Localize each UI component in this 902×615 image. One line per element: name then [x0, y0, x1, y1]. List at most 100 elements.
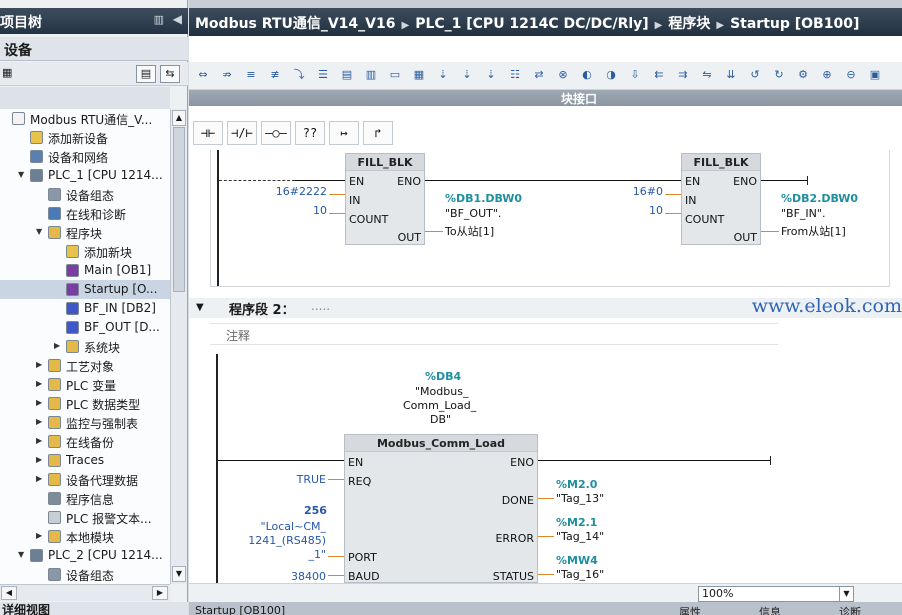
watch-icon[interactable]: ↺	[747, 67, 763, 83]
scroll-thumb[interactable]	[173, 127, 185, 292]
breadcrumb-plc[interactable]: PLC_1 [CPU 1214C DC/DC/Rly]	[415, 16, 648, 32]
go-offline-icon[interactable]: ⊗	[555, 67, 571, 83]
tree-item[interactable]: Startup [O...	[0, 280, 170, 299]
display-icon[interactable]: ⇣	[459, 67, 475, 83]
status-symbol[interactable]: "Tag_16"	[556, 568, 604, 581]
count-value-1[interactable]: 10	[281, 204, 327, 217]
no-contact-button[interactable]: ⊣⊢	[193, 121, 223, 145]
tree-item[interactable]: BF_IN [DB2]	[0, 299, 170, 318]
assignment-icon[interactable]: ⇊	[723, 67, 739, 83]
tree-item[interactable]: ▼ PLC_2 [CPU 1214...	[0, 546, 170, 565]
insert-network-icon[interactable]: ⇔	[195, 67, 211, 83]
tree-item[interactable]: 添加新块	[0, 242, 170, 261]
expand-closed-icon[interactable]: ▶	[36, 360, 44, 370]
tree-item[interactable]: ▶ PLC 数据类型	[0, 394, 170, 413]
network-2-title-placeholder[interactable]: .....	[311, 299, 330, 313]
breadcrumb-block[interactable]: Startup [OB100]	[730, 16, 859, 32]
tab-properties[interactable]: 属性	[679, 604, 701, 615]
out-symbol-2a[interactable]: "BF_IN".	[781, 207, 825, 220]
out-symbol-2b[interactable]: From从站[1]	[781, 223, 846, 239]
in-value-1[interactable]: 16#2222	[261, 185, 327, 198]
block-interface-bar[interactable]: 块接口	[189, 90, 902, 106]
zoom-icon[interactable]: ⊖	[843, 67, 859, 83]
highlight-icon[interactable]: ☷	[507, 67, 523, 83]
out-symbol-1b[interactable]: To从站[1]	[445, 223, 494, 239]
chevron-down-icon[interactable]: ▼	[839, 587, 853, 601]
tree-item[interactable]: 添加新设备	[0, 128, 170, 147]
port-value[interactable]: 256	[304, 504, 327, 517]
tree-item[interactable]: 设备和网络	[0, 147, 170, 166]
fill-blk-box-2[interactable]: FILL_BLK EN ENO IN COUNT OUT	[681, 153, 761, 245]
insert-row-icon[interactable]: ≡	[243, 67, 259, 83]
nc-contact-button[interactable]: ⊣/⊢	[227, 121, 257, 145]
symbol-view-icon[interactable]: ▤	[339, 67, 355, 83]
force-icon[interactable]: ◑	[603, 67, 619, 83]
open-branch-button[interactable]: ↦	[329, 121, 359, 145]
tree-horizontal-scrollbar[interactable]: ◀ ▶	[0, 584, 170, 601]
compare-icon[interactable]: ⇇	[651, 67, 667, 83]
empty-box-button[interactable]: ??	[295, 121, 325, 145]
done-symbol[interactable]: "Tag_13"	[556, 492, 604, 505]
network-2-comment[interactable]: 注释	[210, 323, 778, 345]
absolute-address-icon[interactable]: ⇣	[435, 67, 451, 83]
expand-closed-icon[interactable]: ▶	[36, 474, 44, 484]
collapse-left-icon[interactable]: ◀	[173, 12, 182, 26]
fill-blk-box-1[interactable]: FILL_BLK EN ENO IN COUNT OUT	[345, 153, 425, 245]
call-structure-icon[interactable]: ⇋	[699, 67, 715, 83]
tree-item[interactable]: ▶ 监控与强制表	[0, 413, 170, 432]
tree-item[interactable]: ▼ 程序块	[0, 223, 170, 242]
req-value[interactable]: TRUE	[270, 473, 326, 486]
delete-network-icon[interactable]: ⇏	[219, 67, 235, 83]
tab-editor[interactable]: Startup [OB100]	[195, 604, 285, 615]
error-symbol[interactable]: "Tag_14"	[556, 530, 604, 543]
view-overview-button[interactable]: ⇆	[160, 65, 180, 83]
print-icon[interactable]: ▣	[867, 67, 883, 83]
tree-item[interactable]: BF_OUT [D...	[0, 318, 170, 337]
tree-item[interactable]: Main [OB1]	[0, 261, 170, 280]
go-online-icon[interactable]: ⇄	[531, 67, 547, 83]
tree-item[interactable]: ▶ PLC 变量	[0, 375, 170, 394]
delete-row-icon[interactable]: ≢	[267, 67, 283, 83]
pin-icon[interactable]: ▥	[154, 13, 164, 26]
out-symbol-1a[interactable]: "BF_OUT".	[445, 207, 501, 220]
address-view-icon[interactable]: ▥	[363, 67, 379, 83]
expand-closed-icon[interactable]: ▶	[54, 341, 62, 351]
instance-db-name-3[interactable]: DB"	[430, 413, 451, 426]
coil-button[interactable]: –○–	[261, 121, 291, 145]
expand-open-icon[interactable]: ▼	[36, 227, 44, 237]
expand-closed-icon[interactable]: ▶	[36, 398, 44, 408]
settings-icon[interactable]: ⊕	[819, 67, 835, 83]
download-icon[interactable]: ⇩	[627, 67, 643, 83]
expand-open-icon[interactable]: ▼	[18, 550, 26, 560]
tree-item[interactable]: 设备组态	[0, 185, 170, 204]
scroll-down-button[interactable]: ▼	[172, 566, 186, 582]
tree-item[interactable]: ▶ 设备代理数据	[0, 470, 170, 489]
expand-closed-icon[interactable]: ▶	[36, 379, 44, 389]
expand-open-icon[interactable]: ▼	[18, 170, 26, 180]
network-2-header[interactable]: ▼ 程序段 2： ..... www.eleok.com	[189, 295, 902, 318]
tree-item[interactable]: ▶ 本地模块	[0, 527, 170, 546]
tab-info[interactable]: 信息	[759, 604, 781, 615]
expand-closed-icon[interactable]: ▶	[36, 436, 44, 446]
branch-icon[interactable]: ⤵	[291, 67, 307, 83]
tree-item[interactable]: ▶ 在线备份	[0, 432, 170, 451]
tree-vertical-scrollbar[interactable]: ▲ ▼	[170, 109, 187, 584]
tree-item[interactable]: ▶ Traces	[0, 451, 170, 470]
port-symbol-1[interactable]: "Local~CM_	[240, 520, 326, 533]
port-symbol-3[interactable]: _1"	[270, 548, 326, 561]
scroll-up-button[interactable]: ▲	[172, 110, 186, 126]
tree-item[interactable]: 程序信息	[0, 489, 170, 508]
open-icon[interactable]: ↻	[771, 67, 787, 83]
expand-closed-icon[interactable]: ▶	[36, 455, 44, 465]
scroll-right-button[interactable]: ▶	[152, 586, 168, 600]
tree-item[interactable]: PLC 报警文本...	[0, 508, 170, 527]
align-left-icon[interactable]: ☰	[315, 67, 331, 83]
breadcrumb-program-blocks[interactable]: 程序块	[668, 16, 710, 32]
tree-item[interactable]: 在线和诊断	[0, 204, 170, 223]
scroll-left-button[interactable]: ◀	[1, 586, 17, 600]
instance-db-name-1[interactable]: "Modbus_	[415, 385, 468, 398]
collapse-network-icon[interactable]: ▼	[196, 302, 204, 313]
tree-tool-icon[interactable]: ▦	[2, 66, 12, 79]
expand-closed-icon[interactable]: ▶	[36, 417, 44, 427]
instance-db-name-2[interactable]: Comm_Load_	[403, 399, 476, 412]
